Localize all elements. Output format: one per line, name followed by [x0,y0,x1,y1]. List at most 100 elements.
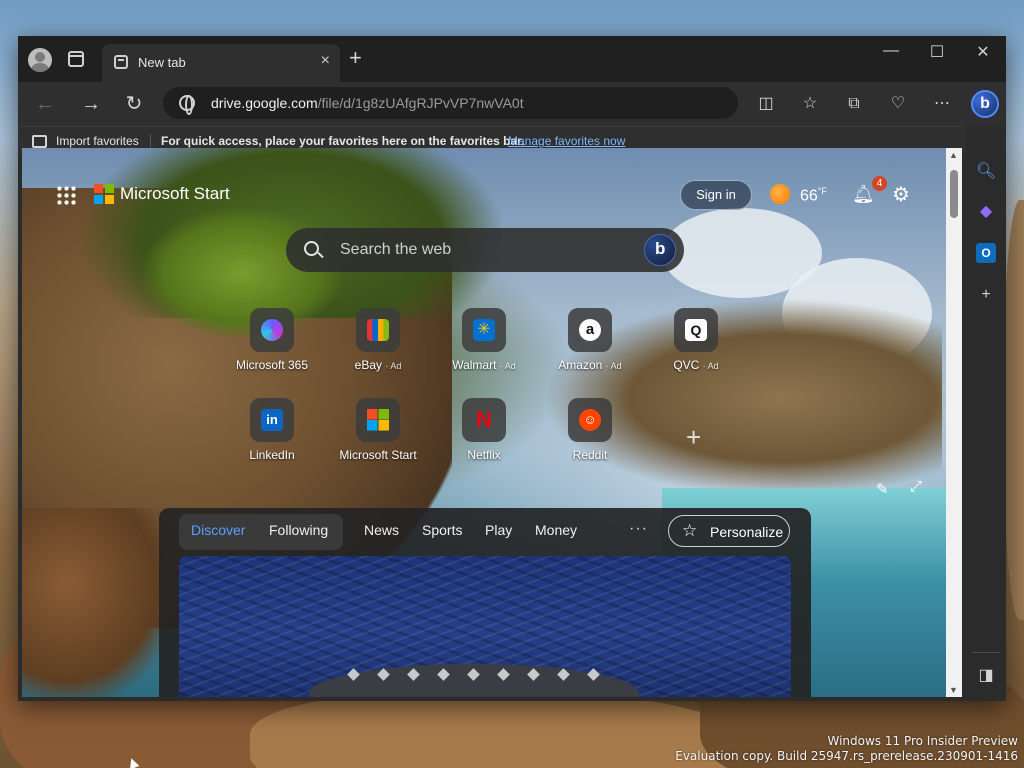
web-search-box[interactable]: Search the web [286,228,684,272]
page-scrollbar[interactable]: ▲ ▼ [946,148,962,697]
tile-icon-box [250,308,294,352]
tile-label: Microsoft 365 [227,358,317,372]
ad-marker: · Ad [499,361,516,371]
minimize-button[interactable]: — [868,42,914,60]
tile-ebay[interactable]: eBay · Ad [333,308,423,372]
background-rock [22,508,172,697]
microsoft-365-icon [261,319,283,341]
app-launcher-icon[interactable] [56,185,76,205]
watermark-line: Windows 11 Pro Insider Preview [827,734,1018,748]
copilot-icon[interactable]: b [971,90,999,118]
brand-title[interactable]: Microsoft Start [120,184,230,204]
temperature-value: 66 [800,187,818,205]
weather-sun-icon[interactable] [770,184,790,204]
tile-label: Walmart · Ad [439,358,529,372]
tile-walmart[interactable]: ✳ Walmart · Ad [439,308,529,372]
address-url[interactable]: drive.google.com/file/d/1g8zUAfgRJPvVP7n… [211,95,524,111]
windows-watermark: Windows 11 Pro Insider Preview Evaluatio… [675,734,1018,764]
tab-new-tab[interactable]: New tab × [102,44,340,82]
favorites-icon[interactable]: ☆ [800,94,820,114]
tile-label: Netflix [439,448,529,462]
navigation-toolbar: ← → ↻ drive.google.com/file/d/1g8zUAfgRJ… [18,82,1006,126]
tile-label: Reddit [545,448,635,462]
outlook-icon[interactable]: O [976,243,996,263]
tile-microsoft-start[interactable]: Microsoft Start [333,398,423,462]
weather-temperature[interactable]: 66°F [800,186,827,205]
maximize-button[interactable]: ☐ [914,42,960,62]
profile-avatar[interactable] [28,48,52,72]
sign-in-button[interactable]: Sign in [680,180,752,210]
tile-label: eBay · Ad [333,358,423,372]
tile-microsoft-365[interactable]: Microsoft 365 [227,308,317,372]
expand-icon[interactable]: ⤢ [910,478,922,495]
ad-marker: · Ad [702,361,719,371]
tile-icon-box: ✳ [462,308,506,352]
start-page: Microsoft Start Sign in 66°F 🔔︎ 4 ⚙ Sear… [22,148,946,697]
copilot-sidebar-icon[interactable]: ◆ [976,202,996,222]
personalize-label: Personalize [710,524,784,540]
tile-label-text: Walmart [452,358,497,372]
tab-sports[interactable]: Sports [422,522,462,538]
manage-favorites-link[interactable]: Manage favorites now [508,134,625,148]
address-bar[interactable]: drive.google.com/file/d/1g8zUAfgRJPvVP7n… [163,87,738,119]
favorites-hint: For quick access, place your favorites h… [161,134,525,148]
browser-essentials-icon[interactable]: ♡ [888,94,908,114]
settings-gear-icon[interactable]: ⚙ [892,182,910,207]
import-favorites-icon [32,135,47,148]
close-window-button[interactable]: ✕ [960,42,1006,62]
hide-sidebar-icon[interactable]: ◨ [976,666,996,686]
tile-label-text: Netflix [467,448,501,462]
tile-qvc[interactable]: Q QVC · Ad [651,308,741,372]
url-path: /file/d/1g8zUAfgRJPvVP7nwVA0t [317,95,524,111]
tab-following[interactable]: Following [269,522,328,538]
search-sidebar-icon[interactable]: 🔍︎ [976,162,996,182]
tile-label: QVC · Ad [651,358,741,372]
scrollbar-thumb[interactable] [950,170,958,218]
tile-label-text: Microsoft 365 [235,358,309,372]
tab-title: New tab [138,55,186,70]
scroll-down-arrow-icon[interactable]: ▼ [949,685,958,695]
close-tab-button[interactable]: × [321,52,330,70]
forward-button[interactable]: → [78,91,104,117]
feed-hero-image[interactable] [179,556,791,697]
split-screen-icon[interactable]: ◫ [756,94,776,114]
bing-chat-icon[interactable] [644,234,676,266]
notification-badge: 4 [872,176,887,191]
import-favorites-button[interactable]: Import favorites [56,134,139,148]
collections-icon[interactable]: ⧉ [844,94,864,114]
tile-netflix[interactable]: N Netflix [439,398,529,462]
add-shortcut-button[interactable]: + [686,422,701,453]
refresh-button[interactable]: ↻ [121,91,147,117]
wallpaper-rock [1004,200,1024,620]
tile-label-text: Reddit [572,448,608,462]
more-icon[interactable]: ⋯ [932,94,952,114]
tile-icon-box: a [568,308,612,352]
edge-sidebar: 🔍︎ ◆ O + ◨ ⚙ [966,126,1006,701]
tile-icon-box [356,308,400,352]
tile-reddit[interactable]: ☺ Reddit [545,398,635,462]
add-sidebar-app-icon[interactable]: + [976,285,996,305]
search-input[interactable]: Search the web [340,241,451,259]
browser-window: New tab × + — ☐ ✕ ← → ↻ drive.google.com… [18,36,1006,701]
tab-discover[interactable]: Discover [191,522,245,538]
tile-amazon[interactable]: a Amazon · Ad [545,308,635,372]
personalize-button[interactable]: ☆ Personalize [668,515,790,547]
title-bar: New tab × + — ☐ ✕ [18,36,1006,82]
scroll-up-arrow-icon[interactable]: ▲ [949,150,958,160]
tab-news[interactable]: News [364,522,399,538]
tab-actions-icon[interactable] [68,51,84,67]
tab-play[interactable]: Play [485,522,512,538]
tile-icon-box [356,398,400,442]
url-host: drive.google.com [211,95,318,111]
back-button[interactable]: ← [32,91,58,117]
tile-icon-box: N [462,398,506,442]
more-feed-tabs-button[interactable]: ··· [629,520,648,538]
tile-linkedin[interactable]: in LinkedIn [227,398,317,462]
reddit-icon: ☺ [579,409,601,431]
tab-money[interactable]: Money [535,522,577,538]
notification-bell-icon[interactable]: 🔔︎ [852,184,875,206]
netflix-icon: N [476,407,492,432]
ad-marker: · Ad [605,361,622,371]
new-tab-button[interactable]: + [349,47,362,69]
edit-background-icon[interactable]: ✎ [876,480,889,498]
